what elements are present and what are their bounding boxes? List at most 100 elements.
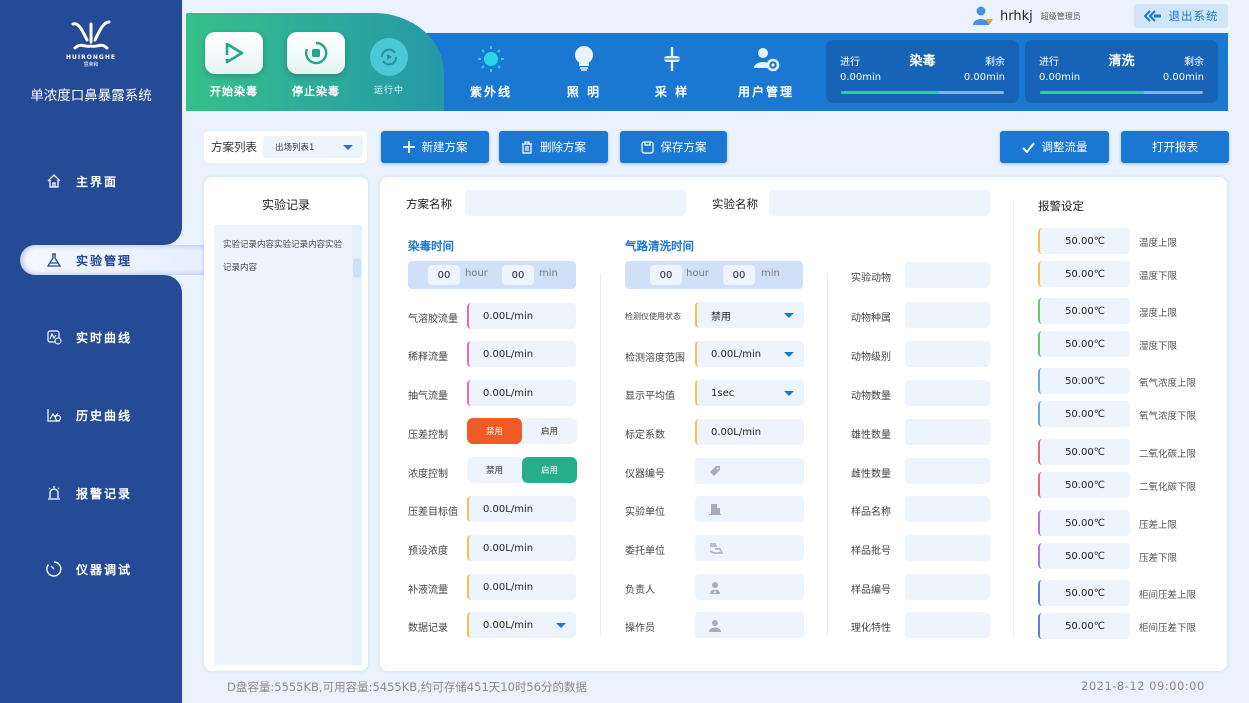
check-icon [1021,141,1035,153]
animal-sample-input[interactable] [905,262,990,288]
alarm-light-icon [44,483,64,503]
calibration-input[interactable]: 0.00L/min [695,419,804,445]
delete-plan-button[interactable]: 删除方案 [499,131,608,163]
start-button[interactable] [205,32,263,74]
records-scrollbar[interactable] [352,225,362,665]
concentration-control-toggle[interactable]: 禁用 启用 [467,457,577,483]
animal-sample-input[interactable] [905,380,990,406]
pressure-control-toggle[interactable]: 禁用 启用 [467,418,577,444]
plan-select[interactable]: 出场列表1 [263,136,363,158]
plan-name-input[interactable] [465,190,686,216]
manager-input[interactable] [695,574,804,600]
field-label: 负责人 [625,585,655,596]
exp-name-input[interactable] [769,190,990,216]
aerosol-flow-input[interactable]: 0.00L/min [467,303,576,329]
trash-icon [521,140,533,154]
field-label: 动物数量 [851,391,891,402]
datetime: 2021-8-12 09:00:00 [1081,679,1205,693]
timer-progress-fill [841,91,939,94]
exp-unit-input[interactable] [695,496,804,522]
data-record-select[interactable]: 0.00L/min [467,612,576,638]
clean-min-input[interactable]: 00 [723,265,755,285]
alarm-value-input[interactable]: 50.00℃ [1038,439,1130,465]
exhaust-flow-input[interactable]: 0.00L/min [467,380,576,406]
field-label: 压差控制 [408,430,448,441]
field-label: 样品名称 [851,507,891,518]
alarm-value-input[interactable]: 50.00℃ [1038,368,1130,394]
client-unit-input[interactable] [695,535,804,561]
chevron-down-icon [784,391,794,396]
animal-sample-input[interactable] [905,535,990,561]
dilution-flow-input[interactable]: 0.00L/min [467,341,576,367]
field-label: 标定系数 [625,430,665,441]
animal-sample-input[interactable] [905,341,990,367]
animal-sample-input[interactable] [905,302,990,328]
conc-disable-option[interactable]: 禁用 [467,457,522,483]
user-management-button[interactable]: 用户管理 [731,44,801,100]
detect-range-select[interactable]: 0.00L/min [695,341,804,367]
pressure-target-input[interactable]: 0.00L/min [467,496,576,522]
sampling-button[interactable]: 采 样 [637,44,707,100]
pressure-disable-option[interactable]: 禁用 [467,418,522,444]
clean-hour-input[interactable]: 00 [650,265,682,285]
sidebar-item-home[interactable]: 主界面 [44,168,118,194]
alarm-value-input[interactable]: 50.00℃ [1038,510,1130,536]
scrollbar-thumb[interactable] [353,258,361,278]
field-label: 检测仪使用状态 [625,312,681,321]
new-plan-button[interactable]: 新建方案 [381,131,489,163]
sidebar-item-alarm[interactable]: 报警记录 [44,480,132,506]
alarm-value-input[interactable]: 50.00℃ [1038,228,1130,254]
field-label: 仪器编号 [625,469,665,480]
infect-min-input[interactable]: 00 [502,265,534,285]
animal-sample-input[interactable] [905,496,990,522]
uv-button[interactable]: 紫外线 [456,44,526,100]
stop-button[interactable] [287,32,345,74]
animal-sample-input[interactable] [905,458,990,484]
lighting-button[interactable]: 照 明 [549,44,619,100]
sidebar-item-history[interactable]: 历史曲线 [44,402,132,428]
adjust-flow-button[interactable]: 调整流量 [1000,131,1109,163]
play-icon [225,42,244,64]
infect-hour-input[interactable]: 00 [428,265,460,285]
alarm-value-input[interactable]: 50.00℃ [1038,613,1130,639]
sidebar-item-experiment[interactable]: 实验管理 [44,247,132,273]
sampling-label: 采 样 [654,85,690,99]
detector-status-select[interactable]: 禁用 [695,302,804,328]
logout-button[interactable]: 退出系统 [1134,4,1228,28]
user-info[interactable]: hrhkj 超级管理员 [972,5,1081,27]
user-role: 超级管理员 [1040,11,1081,21]
alarm-value-input[interactable]: 50.00℃ [1038,472,1130,498]
average-select[interactable]: 1sec [695,380,804,406]
logo-text: HUIRONGHE [66,54,116,61]
user-name: hrhkj [1000,8,1033,24]
user-avatar-icon [973,6,993,25]
alarm-value-input[interactable]: 50.00℃ [1038,543,1130,569]
min-unit: min [761,268,780,279]
save-icon [640,140,654,154]
save-plan-button[interactable]: 保存方案 [620,131,727,163]
clean-timer: 进行 清洗 剩余 0.00min 0.00min [1025,40,1218,103]
animal-sample-input[interactable] [905,612,990,638]
alarm-value-input[interactable]: 50.00℃ [1038,331,1130,357]
open-report-button[interactable]: 打开报表 [1121,131,1229,163]
pressure-enable-option[interactable]: 启用 [522,418,577,444]
sidebar-item-label: 主界面 [76,174,119,189]
alarm-value-input[interactable]: 50.00℃ [1038,298,1130,324]
animal-sample-input[interactable] [905,419,990,445]
liquid-flow-input[interactable]: 0.00L/min [467,574,576,600]
divider [600,274,601,636]
alarm-value-input[interactable]: 50.00℃ [1038,401,1130,427]
alarm-settings-title: 报警设定 [1038,199,1084,213]
conc-enable-option[interactable]: 启用 [522,457,577,483]
operator-input[interactable] [695,612,804,638]
user-settings-icon [731,44,801,74]
instrument-number-input[interactable] [695,458,804,484]
alarm-value-input[interactable]: 50.00℃ [1038,261,1130,287]
animal-sample-input[interactable] [905,574,990,600]
preset-conc-input[interactable]: 0.00L/min [467,535,576,561]
sidebar-item-realtime[interactable]: 实时曲线 [44,324,132,350]
sidebar-item-debug[interactable]: 仪器调试 [44,556,132,582]
running-indicator [370,38,408,76]
alarm-value-input[interactable]: 50.00℃ [1038,580,1130,606]
alarm-label: 湿度下限 [1139,341,1178,352]
